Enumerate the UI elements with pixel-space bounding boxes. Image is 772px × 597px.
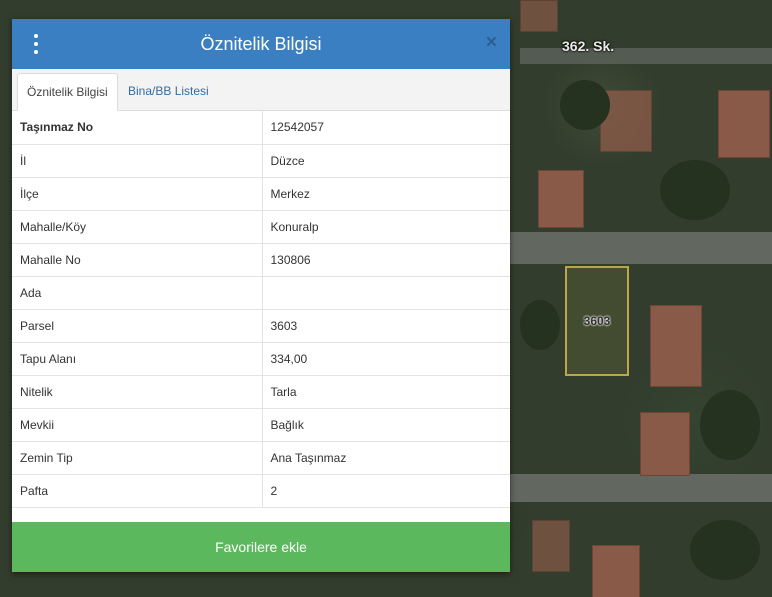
attr-value: Ana Taşınmaz: [262, 441, 510, 475]
table-row: Mevkii Bağlık: [12, 408, 510, 442]
attr-value: 2: [262, 474, 510, 508]
table-row: Zemin Tip Ana Taşınmaz: [12, 441, 510, 475]
attr-value: 12542057: [262, 111, 510, 145]
attr-key: Ada: [12, 276, 263, 310]
attr-key: Taşınmaz No: [12, 111, 263, 145]
parcel-label: 3603: [583, 314, 611, 328]
attr-key: Nitelik: [12, 375, 263, 409]
table-row: Mahalle No 130806: [12, 243, 510, 277]
attr-value: 3603: [262, 309, 510, 343]
attr-value: Merkez: [262, 177, 510, 211]
vertical-dots-icon[interactable]: [31, 34, 41, 54]
attr-key: Mevkii: [12, 408, 263, 442]
attr-key: Tapu Alanı: [12, 342, 263, 376]
table-row: İl Düzce: [12, 144, 510, 178]
street-label: 362. Sk.: [562, 38, 615, 54]
attr-key: Parsel: [12, 309, 263, 343]
attribute-table: Taşınmaz No 12542057 İl Düzce İlçe Merke…: [12, 111, 510, 508]
panel-title: Öznitelik Bilgisi: [200, 33, 322, 54]
attr-value: 130806: [262, 243, 510, 277]
table-row: Nitelik Tarla: [12, 375, 510, 409]
attribute-panel: Öznitelik Bilgisi × Öznitelik Bilgisi Bi…: [12, 19, 510, 572]
parcel-outline[interactable]: 3603: [565, 266, 629, 376]
attr-key: İlçe: [12, 177, 263, 211]
attr-value: Bağlık: [262, 408, 510, 442]
attr-key: Pafta: [12, 474, 263, 508]
attr-key: Mahalle/Köy: [12, 210, 263, 244]
panel-header: Öznitelik Bilgisi ×: [12, 19, 510, 69]
attr-key: Mahalle No: [12, 243, 263, 277]
close-icon[interactable]: ×: [486, 33, 497, 53]
attr-value: Tarla: [262, 375, 510, 409]
attr-value: Konuralp: [262, 210, 510, 244]
attr-value: Düzce: [262, 144, 510, 178]
table-row: Pafta 2: [12, 474, 510, 508]
table-row: İlçe Merkez: [12, 177, 510, 211]
attr-key: Zemin Tip: [12, 441, 263, 475]
tab-attribute-info[interactable]: Öznitelik Bilgisi: [17, 73, 118, 111]
attr-value: 334,00: [262, 342, 510, 376]
table-row: Mahalle/Köy Konuralp: [12, 210, 510, 244]
table-row: Ada: [12, 276, 510, 310]
tab-bar: Öznitelik Bilgisi Bina/BB Listesi: [12, 69, 510, 111]
table-row: Parsel 3603: [12, 309, 510, 343]
tab-building-list[interactable]: Bina/BB Listesi: [119, 73, 218, 110]
table-row: Tapu Alanı 334,00: [12, 342, 510, 376]
add-favorite-button[interactable]: Favorilere ekle: [12, 522, 510, 572]
attr-value: [262, 276, 510, 310]
attr-key: İl: [12, 144, 263, 178]
table-row: Taşınmaz No 12542057: [12, 111, 510, 145]
